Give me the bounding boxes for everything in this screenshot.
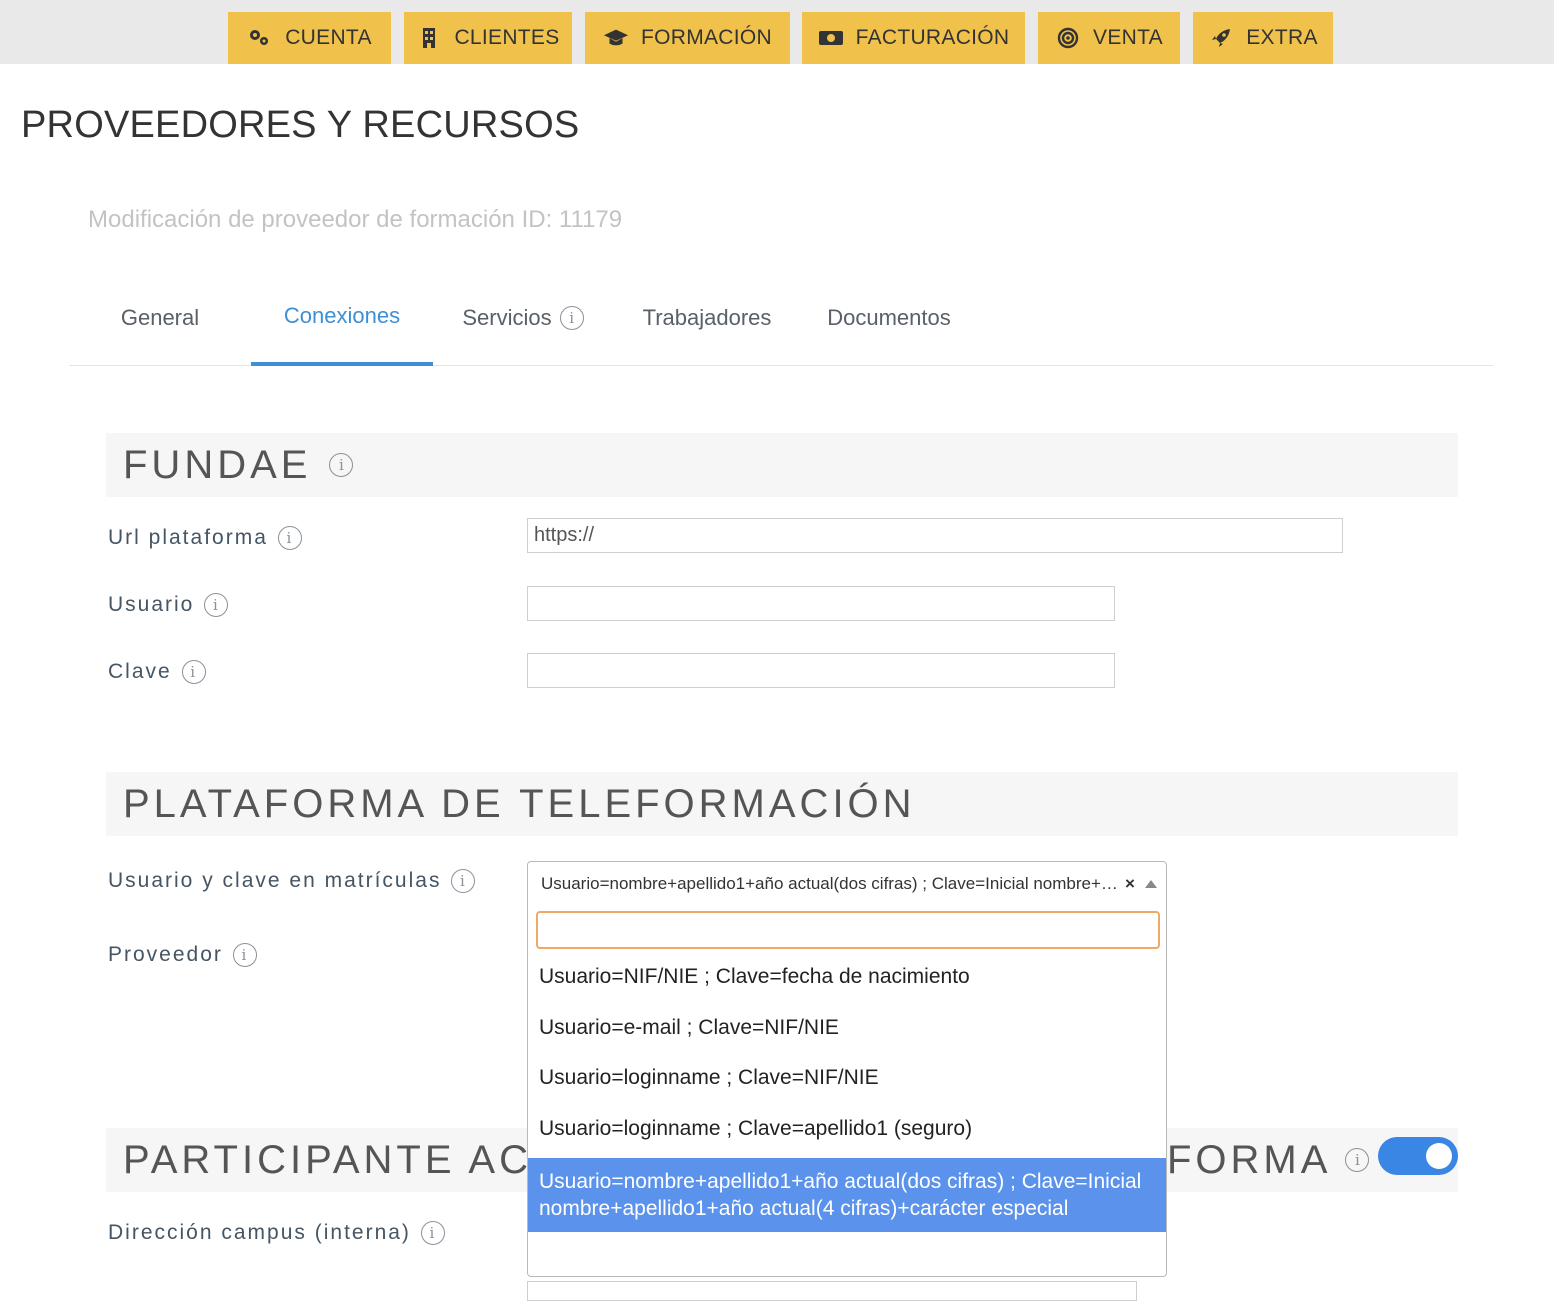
nav-label: FACTURACIÓN — [855, 26, 1010, 49]
select-value: Usuario=nombre+apellido1+año actual(dos … — [541, 873, 1119, 893]
tab-label: Servicios — [462, 305, 552, 330]
field-label: Usuario y clave en matrículas — [108, 869, 442, 892]
section-title-right: FORMA — [1167, 1137, 1332, 1182]
field-label: Usuario — [108, 593, 195, 616]
nav-label: EXTRA — [1246, 26, 1318, 49]
url-plataforma-label: Url plataforma i — [108, 526, 302, 550]
direccion-campus-input[interactable] — [527, 1281, 1137, 1301]
chevron-up-icon[interactable] — [1144, 879, 1157, 888]
gears-icon — [247, 27, 273, 49]
tab-documentos[interactable]: Documentos — [809, 270, 969, 366]
section-title: PLATAFORMA DE TELEFORMACIÓN — [123, 781, 916, 826]
participante-toggle[interactable] — [1378, 1137, 1458, 1175]
nav-facturacion-button[interactable]: FACTURACIÓN — [802, 12, 1025, 64]
nav-label: CUENTA — [285, 26, 372, 49]
teleformacion-section-header: PLATAFORMA DE TELEFORMACIÓN — [106, 772, 1458, 836]
field-label: Url plataforma — [108, 526, 268, 549]
direccion-campus-label: Dirección campus (interna) i — [108, 1221, 445, 1245]
clave-label: Clave i — [108, 660, 206, 684]
info-icon[interactable]: i — [277, 526, 302, 550]
top-navigation-bar: CUENTA CLIENTES FORMACIÓN FACTURACIÓN VE… — [0, 0, 1554, 64]
nav-extra-button[interactable]: EXTRA — [1193, 12, 1333, 64]
usuario-clave-matriculas-label: Usuario y clave en matrículas i — [108, 869, 476, 893]
info-icon[interactable]: i — [204, 593, 229, 617]
tab-label: Conexiones — [283, 303, 401, 328]
info-icon[interactable]: i — [420, 1221, 445, 1245]
dropdown-option[interactable]: Usuario=e-mail ; Clave=NIF/NIE — [528, 1016, 1166, 1040]
clave-input[interactable] — [527, 653, 1115, 688]
participante-title-right-group: FORMA i — [1167, 1128, 1370, 1192]
info-icon[interactable]: i — [232, 943, 257, 967]
info-icon[interactable]: i — [451, 869, 476, 893]
section-title-left: PARTICIPANTE ACC — [123, 1137, 565, 1182]
proveedor-label: Proveedor i — [108, 943, 257, 967]
clear-selection-icon[interactable]: × — [1125, 874, 1135, 894]
nav-cuenta-button[interactable]: CUENTA — [228, 12, 391, 64]
info-icon[interactable]: i — [559, 306, 584, 330]
graduation-cap-icon — [603, 27, 629, 49]
nav-label: VENTA — [1093, 26, 1163, 49]
tab-trabajadores[interactable]: Trabajadores — [625, 270, 789, 366]
nav-venta-button[interactable]: VENTA — [1038, 12, 1180, 64]
tab-general[interactable]: General — [69, 270, 251, 366]
toggle-knob — [1426, 1143, 1452, 1169]
section-title: FUNDAE — [123, 442, 312, 487]
dropdown-option[interactable]: Usuario=loginname ; Clave=apellido1 (seg… — [528, 1117, 1166, 1141]
dropdown-option[interactable]: Usuario=loginname ; Clave=NIF/NIE — [528, 1066, 1166, 1090]
page-subtitle: Modificación de proveedor de formación I… — [88, 206, 623, 233]
nav-label: CLIENTES — [454, 26, 560, 49]
tab-label: Trabajadores — [642, 305, 772, 330]
rocket-icon — [1208, 27, 1234, 49]
fundae-section-header: FUNDAE i — [106, 433, 1458, 497]
info-icon[interactable]: i — [329, 453, 354, 477]
field-label: Dirección campus (interna) — [108, 1221, 411, 1244]
field-label: Clave — [108, 660, 172, 683]
tab-servicios[interactable]: Servicios i — [447, 270, 599, 366]
tab-conexiones[interactable]: Conexiones — [251, 270, 433, 366]
page-title: PROVEEDORES Y RECURSOS — [21, 104, 580, 146]
dropdown-option[interactable]: Usuario=NIF/NIE ; Clave=fecha de nacimie… — [528, 965, 1166, 989]
nav-clientes-button[interactable]: CLIENTES — [404, 12, 572, 64]
dropdown-option-selected[interactable]: Usuario=nombre+apellido1+año actual(dos … — [528, 1158, 1166, 1232]
usuario-input[interactable] — [527, 586, 1115, 621]
building-icon — [416, 27, 442, 49]
select-dropdown: Usuario=NIF/NIE ; Clave=fecha de nacimie… — [527, 905, 1167, 1277]
info-icon[interactable]: i — [1345, 1148, 1370, 1172]
dropdown-search-input[interactable] — [536, 911, 1160, 949]
tab-label: Documentos — [827, 305, 951, 330]
url-plataforma-input[interactable] — [527, 518, 1343, 553]
nav-formacion-button[interactable]: FORMACIÓN — [585, 12, 790, 64]
tab-label: General — [120, 305, 200, 330]
tabs-bar: General Conexiones Servicios i Trabajado… — [69, 270, 1493, 366]
info-icon[interactable]: i — [181, 660, 206, 684]
bullseye-icon — [1055, 27, 1081, 49]
nav-label: FORMACIÓN — [640, 26, 773, 49]
field-label: Proveedor — [108, 943, 223, 966]
usuario-label: Usuario i — [108, 593, 229, 617]
money-bill-icon — [818, 27, 844, 49]
usuario-clave-select[interactable]: Usuario=nombre+apellido1+año actual(dos … — [527, 861, 1167, 906]
